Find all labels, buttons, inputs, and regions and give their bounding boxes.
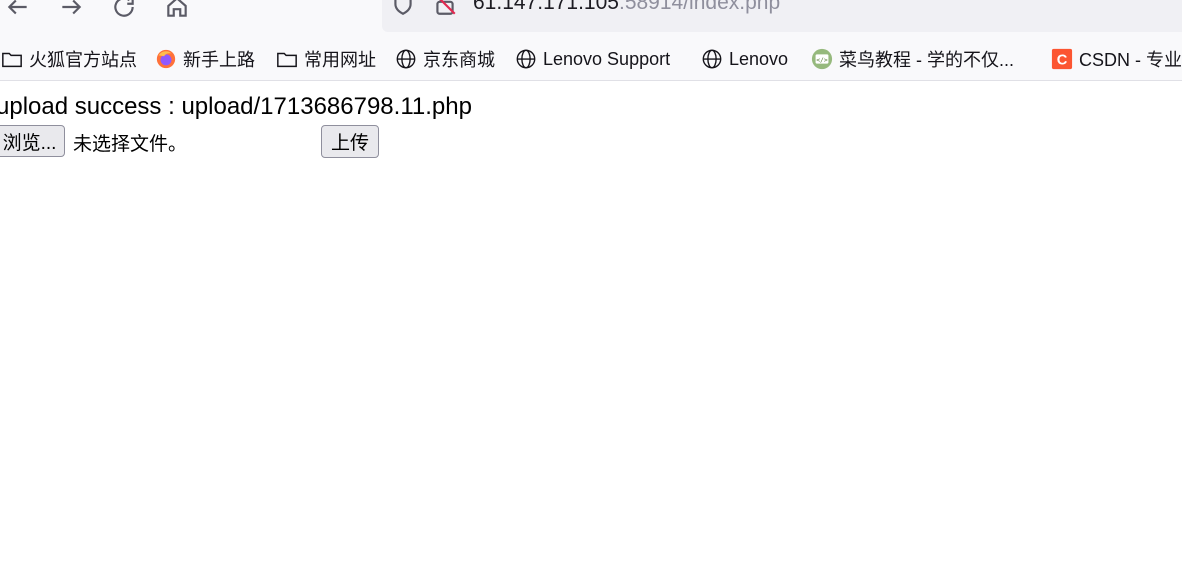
- url-bar[interactable]: 61.147.171.105:58914/index.php: [382, 0, 1182, 32]
- bookmark-folder-firefox-official[interactable]: 火狐官方站点: [1, 46, 137, 72]
- home-icon[interactable]: [162, 0, 192, 22]
- no-file-selected-text: 未选择文件。: [73, 134, 188, 155]
- csdn-icon: C: [1051, 48, 1073, 70]
- upload-status-text: upload success : upload/1713686798.11.ph…: [0, 93, 472, 120]
- back-arrow-icon[interactable]: [3, 0, 33, 22]
- bookmark-label: 常用网址: [304, 50, 376, 70]
- bookmark-lenovo[interactable]: Lenovo: [701, 46, 788, 72]
- bookmark-label: Lenovo: [729, 48, 789, 69]
- bookmark-label: CSDN - 专业: [1079, 50, 1182, 70]
- bookmark-label: 菜鸟教程 - 学的不仅...: [839, 50, 1014, 70]
- reload-icon[interactable]: [109, 0, 139, 22]
- insecure-lock-icon[interactable]: [432, 0, 458, 17]
- bookmark-runoob[interactable]: </> 菜鸟教程 - 学的不仅...: [811, 46, 1014, 72]
- firefox-icon: [155, 48, 177, 70]
- upload-button[interactable]: 上传: [321, 125, 379, 158]
- bookmark-lenovo-support[interactable]: Lenovo Support: [515, 46, 670, 72]
- bookmark-getting-started[interactable]: 新手上路: [155, 46, 255, 72]
- url-host: 61.147.171.105: [473, 0, 619, 14]
- url-text[interactable]: 61.147.171.105:58914/index.php: [473, 0, 780, 15]
- bookmarks-bar: 火狐官方站点 新手上路 常用网址 京东商城 Lenovo Support Len…: [0, 36, 1182, 81]
- shield-icon[interactable]: [390, 0, 416, 17]
- url-path: :58914/index.php: [618, 0, 781, 14]
- folder-icon: [1, 48, 23, 70]
- bookmark-label: 火狐官方站点: [29, 50, 137, 70]
- browse-button[interactable]: 浏览...: [0, 125, 65, 157]
- svg-text:</>: </>: [816, 56, 828, 64]
- forward-arrow-icon[interactable]: [56, 0, 86, 22]
- bookmark-label: 京东商城: [423, 50, 495, 70]
- globe-icon: [395, 48, 417, 70]
- globe-icon: [701, 48, 723, 70]
- runoob-icon: </>: [811, 48, 833, 70]
- bookmark-folder-common-sites[interactable]: 常用网址: [276, 46, 376, 72]
- globe-icon: [515, 48, 537, 70]
- bookmark-csdn[interactable]: C CSDN - 专业: [1051, 46, 1182, 72]
- svg-text:C: C: [1057, 53, 1068, 69]
- bookmark-label: 新手上路: [183, 50, 255, 70]
- bookmark-label: Lenovo Support: [543, 48, 671, 69]
- bookmark-jd[interactable]: 京东商城: [395, 46, 495, 72]
- folder-icon: [276, 48, 298, 70]
- browser-toolbar: 61.147.171.105:58914/index.php: [0, 0, 1182, 36]
